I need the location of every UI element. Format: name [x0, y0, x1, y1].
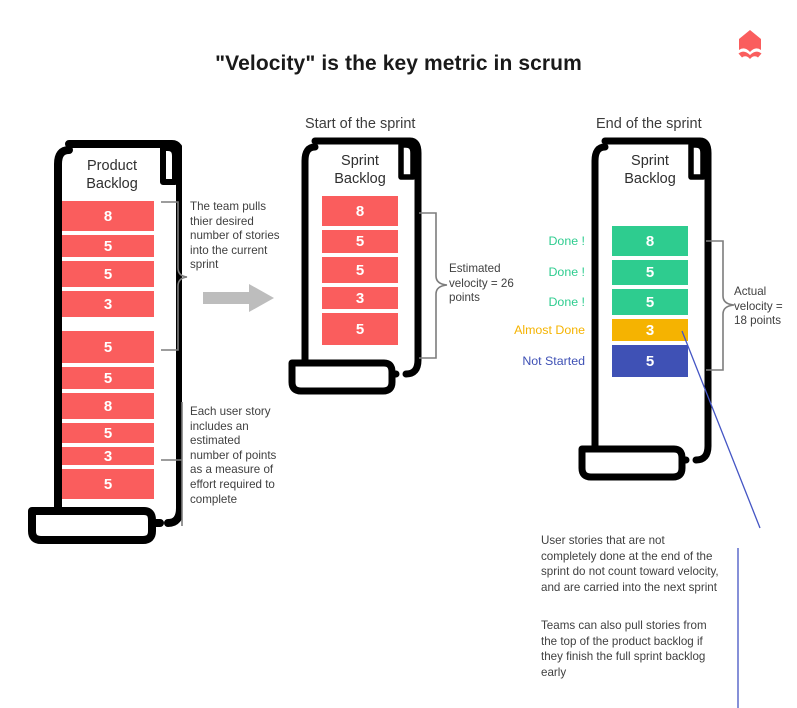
pull-stories-note: The team pulls thier desired number of s… — [190, 200, 280, 272]
status-badge: Almost Done — [514, 323, 585, 337]
sprint-start-caption: Start of the sprint — [305, 116, 416, 132]
sprint-start-title: Sprint Backlog — [334, 153, 386, 187]
story-points: 8 — [645, 232, 655, 250]
status-badge: Done ! — [548, 295, 585, 309]
status-badge: Not Started — [522, 354, 585, 368]
story-points: 5 — [103, 475, 113, 493]
story-points: 5 — [355, 261, 365, 279]
story-points: 3 — [355, 289, 365, 307]
story-points: 5 — [103, 369, 113, 387]
product-backlog-title: Product Backlog — [86, 158, 138, 192]
story-points: 5 — [103, 237, 113, 255]
story-card[interactable]: 8 — [62, 201, 154, 231]
pull-stories-brace — [161, 201, 188, 351]
pull-arrow-icon — [203, 283, 275, 318]
early-finish-footnote: Teams can also pull stories from the top… — [541, 619, 707, 679]
story-card[interactable]: 5 — [612, 289, 688, 315]
estimated-velocity-brace — [419, 212, 448, 359]
story-points: 5 — [103, 265, 113, 283]
page-title: "Velocity" is the key metric in scrum — [215, 52, 582, 75]
story-points: 5 — [645, 352, 655, 370]
story-points-bracket — [161, 402, 183, 526]
story-card[interactable]: 5 — [62, 423, 154, 443]
story-card[interactable]: 5 — [62, 367, 154, 389]
story-points: 5 — [355, 320, 365, 338]
story-points: 3 — [103, 295, 113, 313]
story-points: 8 — [103, 397, 113, 415]
sprint-start-card-list: 8 5 5 3 5 — [322, 196, 398, 349]
product-backlog-card-list: 8 5 5 3 5 5 8 5 3 5 — [62, 201, 154, 503]
story-card[interactable]: 5 — [612, 260, 688, 285]
story-points-note: Each user story includes an estimated nu… — [190, 405, 277, 506]
story-card[interactable]: 5 — [62, 235, 154, 257]
story-points: 5 — [645, 293, 655, 311]
carryover-footnote: User stories that are not completely don… — [541, 534, 719, 594]
story-card[interactable]: 5 — [62, 261, 154, 287]
sprint-end-title: Sprint Backlog — [624, 153, 676, 187]
story-card[interactable]: 8 — [322, 196, 398, 226]
story-card[interactable]: 5 — [322, 257, 398, 283]
story-card[interactable]: 5 — [62, 469, 154, 499]
story-points: 5 — [103, 424, 113, 442]
sprint-end-caption: End of the sprint — [596, 116, 702, 132]
story-points: 8 — [355, 202, 365, 220]
sprint-end-status-list: Done ! Done ! Done ! Almost Done Not Started — [470, 226, 585, 381]
story-card[interactable]: 5 — [322, 230, 398, 253]
story-card[interactable]: 8 — [612, 226, 688, 256]
story-card[interactable]: 5 — [322, 313, 398, 345]
story-points: 5 — [355, 233, 365, 250]
story-card[interactable]: 3 — [322, 287, 398, 309]
story-card[interactable]: 3 — [62, 291, 154, 317]
story-points: 3 — [645, 321, 655, 339]
story-points: 5 — [645, 264, 655, 281]
story-card[interactable]: 3 — [62, 447, 154, 465]
status-badge: Done ! — [548, 265, 585, 279]
story-card[interactable]: 8 — [62, 393, 154, 419]
arrow-right-icon — [203, 284, 274, 312]
sprint-start-scroll: Sprint Backlog 8 5 5 3 5 — [288, 136, 428, 396]
story-card[interactable]: 5 — [62, 331, 154, 363]
status-badge: Done ! — [548, 234, 585, 248]
product-backlog-scroll: Product Backlog 8 5 5 3 5 5 8 5 3 5 — [22, 137, 182, 547]
story-points: 3 — [103, 447, 113, 465]
story-points: 5 — [103, 338, 113, 356]
story-points: 8 — [103, 207, 113, 225]
